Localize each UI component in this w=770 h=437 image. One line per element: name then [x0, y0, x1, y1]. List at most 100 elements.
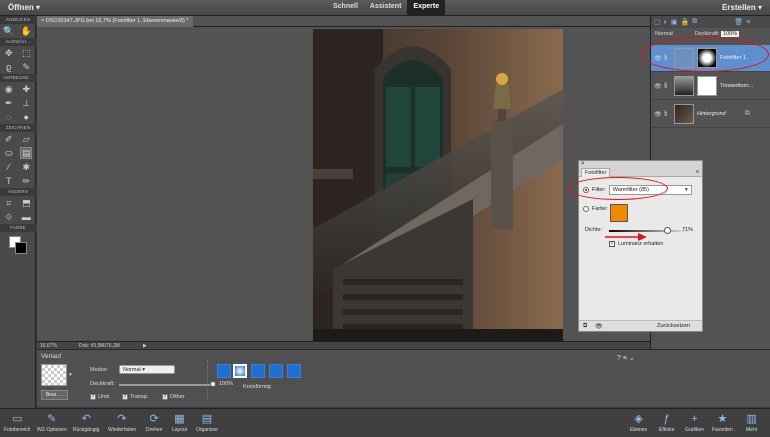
mode-select[interactable]: Normal ▾ [119, 365, 175, 374]
reverse-label: Umk. [98, 394, 111, 400]
help-icon[interactable]: ? ≡ ⌄ [617, 354, 635, 362]
filter-select[interactable]: Warmfilter (85) ▾ [608, 185, 692, 195]
eyedropper-icon[interactable]: ⁄ [3, 161, 15, 173]
effects-button[interactable]: ƒ Effekte [659, 411, 674, 433]
more-button[interactable]: ▥ Mehr [746, 411, 757, 433]
panel-menu-icon[interactable]: ≡ [746, 19, 750, 26]
tool-options-button[interactable]: ✎ WZ-Optionen [37, 411, 67, 433]
status-bar: 16,67% Dok: 45,9M/76,3M ▶ [37, 341, 650, 349]
gradient-preview[interactable] [41, 364, 67, 386]
layer-mask-thumb[interactable] [697, 48, 717, 68]
organizer-button[interactable]: ▤ Organizer [196, 411, 218, 433]
marquee-icon[interactable]: ⬚ [20, 47, 32, 59]
mode-quick[interactable]: Schnell [327, 0, 364, 16]
link-icon[interactable]: § [664, 111, 671, 117]
straighten-icon[interactable]: ▬ [20, 211, 32, 223]
filter-label: Filter: [592, 187, 606, 193]
graphics-button[interactable]: + Grafiken [685, 411, 704, 433]
gradient-icon[interactable]: ▤ [20, 147, 33, 159]
photo-bin-button[interactable]: ▭ Fotobereich [4, 411, 30, 433]
adjustment-layer-icon[interactable]: ◐ [664, 19, 668, 26]
delete-layer-icon[interactable]: 🗑 [734, 18, 743, 26]
document-tab-bar: × DSC00347.JPG bei 16,7% (Fotofilter 1, … [37, 16, 650, 27]
color-radio[interactable] [583, 206, 589, 212]
favorites-button[interactable]: ★ Favoriten [712, 411, 733, 433]
filter-color-swatch[interactable] [610, 204, 628, 222]
undo-button[interactable]: ↶ Rückgängig [73, 411, 99, 433]
layer-row-levels[interactable]: 👁 § Tonwertkorr... [651, 73, 770, 100]
visibility-eye-icon[interactable]: 👁 [654, 83, 662, 90]
crop-icon[interactable]: ⌗ [3, 197, 15, 209]
section-view: ANZEIGEN [0, 16, 36, 24]
close-icon[interactable]: × [581, 161, 585, 167]
redeye-icon[interactable]: ◉ [3, 83, 15, 95]
mask-icon[interactable]: ▣ [671, 18, 678, 26]
content-move-icon[interactable]: ⟐ [3, 211, 15, 223]
lock-all-icon[interactable]: ⧉ [692, 18, 697, 26]
layers-button[interactable]: ◈ Ebenen [630, 411, 647, 433]
sponge-icon[interactable]: ● [20, 111, 32, 123]
brush-icon[interactable]: ✐ [3, 133, 15, 145]
layer-mask-thumb[interactable] [697, 76, 717, 96]
background-color-swatch[interactable] [15, 242, 27, 254]
new-layer-icon[interactable]: ▢ [654, 18, 661, 26]
opacity-slider-knob[interactable] [210, 381, 216, 387]
recompose-icon[interactable]: ⬒ [20, 197, 32, 209]
eraser-icon[interactable]: ▱ [20, 133, 32, 145]
dialog-menu-icon[interactable]: ≡ [696, 169, 699, 175]
density-slider-knob[interactable] [664, 227, 672, 234]
edit-gradient-button[interactable]: Bear. ... [41, 390, 68, 400]
custom-shape-icon[interactable]: ✱ [20, 161, 32, 173]
clip-icon[interactable]: ⧉ [583, 323, 587, 330]
visibility-eye-icon[interactable]: 👁 [654, 55, 662, 62]
dither-checkbox[interactable]: ✓ Dither [162, 394, 185, 400]
pencil-icon[interactable]: ✏ [20, 175, 32, 187]
smart-brush-icon[interactable]: ✒ [3, 97, 15, 109]
dialog-tab: Fotofilter [581, 168, 611, 177]
linear-gradient-button[interactable] [217, 364, 231, 378]
reflected-gradient-button[interactable] [269, 364, 283, 378]
diamond-gradient-button[interactable] [287, 364, 301, 378]
reset-button[interactable]: Zurücksetzen [657, 323, 690, 329]
link-icon[interactable]: § [664, 83, 671, 89]
open-menu[interactable]: Öffnen ▾ [8, 3, 40, 12]
hand-icon[interactable]: ✋ [20, 25, 32, 37]
blend-mode-select[interactable]: Normal [655, 31, 673, 37]
layout-button[interactable]: ▦ Layout [172, 411, 187, 433]
healing-icon[interactable]: ✚ [20, 83, 32, 95]
link-icon[interactable]: § [664, 55, 671, 61]
mode-guided[interactable]: Assistent [364, 0, 408, 16]
filter-radio[interactable] [583, 187, 589, 193]
blur-icon[interactable]: ◌ [3, 111, 15, 123]
section-draw: ZEICHNEN [0, 124, 36, 132]
gradient-picker-arrow-icon[interactable]: ▾ [69, 372, 72, 378]
tool-options-icon: ✎ [47, 413, 57, 425]
eye-icon[interactable]: 👁 [595, 323, 603, 330]
transparency-checkbox[interactable]: ✓ Transp. [122, 394, 148, 400]
document-tab[interactable]: × DSC00347.JPG bei 16,7% (Fotofilter 1, … [37, 16, 193, 27]
redo-button[interactable]: ↷ Wiederholen [108, 411, 136, 433]
rotate-button[interactable]: ⟳ Drehen [146, 411, 162, 433]
document-photo[interactable] [313, 29, 563, 343]
create-menu[interactable]: Erstellen ▾ [722, 3, 762, 12]
angle-gradient-button[interactable] [251, 364, 265, 378]
gradient-type-label: Kreisförmig [243, 384, 271, 390]
move-icon[interactable]: ✥ [3, 47, 15, 59]
canvas-area[interactable] [37, 27, 650, 343]
filter-select-value: Warmfilter (85) [612, 187, 649, 193]
reverse-checkbox[interactable]: ✓ Umk. [90, 394, 111, 400]
opacity-slider-track[interactable] [119, 384, 213, 386]
quick-select-icon[interactable]: ✎ [20, 61, 32, 73]
lock-icon[interactable]: 🔒 [680, 18, 689, 26]
layers-opacity-input[interactable]: 100% [721, 30, 740, 37]
zoom-icon[interactable]: 🔍 [3, 25, 15, 37]
stamp-icon[interactable]: ⊥ [20, 97, 32, 109]
visibility-eye-icon[interactable]: 👁 [654, 111, 662, 118]
layer-row-fotofilter[interactable]: 👁 § Fotofilter 1 [651, 45, 770, 72]
layer-row-background[interactable]: 👁 § Hintergrund ⧉ [651, 101, 770, 128]
mode-expert[interactable]: Experte [407, 0, 446, 16]
radial-gradient-button[interactable] [233, 364, 247, 378]
text-icon[interactable]: T [3, 175, 15, 187]
paint-bucket-icon[interactable]: ⛀ [3, 147, 15, 159]
lasso-icon[interactable]: ϱ [3, 61, 15, 73]
